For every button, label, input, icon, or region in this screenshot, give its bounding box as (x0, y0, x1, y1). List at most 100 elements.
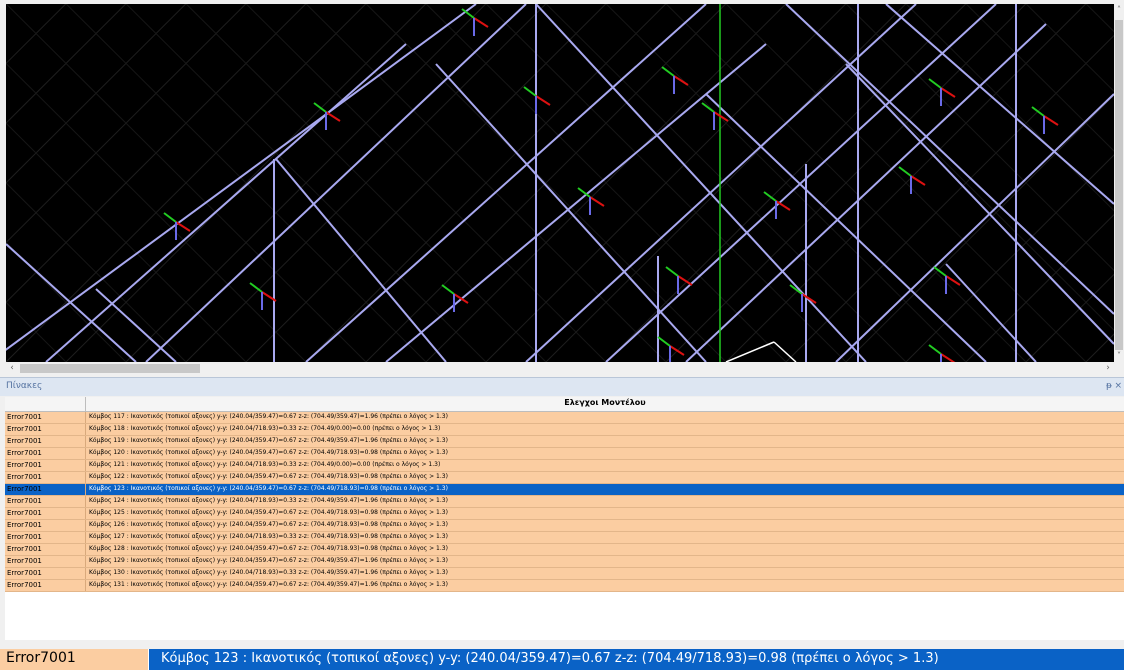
row-error-code: Error7001 (7, 533, 42, 541)
row-error-code: Error7001 (7, 425, 42, 433)
floor-grid-line (305, 4, 667, 362)
local-axis-triad (928, 78, 942, 89)
local-axis-triad (940, 87, 956, 98)
table-row[interactable]: Error7001 Κόμβος 120 : Ικανοτικός (τοπικο… (5, 448, 1124, 460)
viewport-horizontal-scrollbar[interactable]: ‹ › (6, 362, 1124, 375)
row-separator (85, 436, 86, 447)
row-error-code: Error7001 (7, 497, 42, 505)
row-error-code: Error7001 (7, 461, 42, 469)
row-separator (85, 520, 86, 531)
floor-grid-line (6, 4, 7, 5)
row-check-message: Κόμβος 131 : Ικανοτικός (τοπικοί αξονες)… (89, 581, 448, 588)
error-code-label: Error7001 (6, 650, 76, 666)
table-row[interactable]: Error7001 Κόμβος 124 : Ικανοτικός (τοπικο… (5, 496, 1124, 508)
scroll-right-arrow-icon[interactable]: › (1102, 362, 1114, 375)
floor-grid-line (425, 4, 787, 362)
table-row[interactable]: Error7001 Κόμβος 123 : Ικανοτικός (τοπικο… (5, 484, 1124, 496)
row-error-code: Error7001 (7, 437, 42, 445)
local-axis-triad (1043, 115, 1059, 126)
row-separator (85, 580, 86, 591)
scroll-left-arrow-icon[interactable]: ‹ (6, 362, 18, 375)
table-row[interactable]: Error7001 Κόμβος 128 : Ικανοτικός (τοπικο… (5, 544, 1124, 556)
tables-panel-header: Πίνακες ᵽ × (0, 377, 1124, 396)
table-row[interactable]: Error7001 Κόμβος 126 : Ικανοτικός (τοπικο… (5, 520, 1124, 532)
beam-member (835, 93, 1114, 362)
row-check-message: Κόμβος 121 : Ικανοτικός (τοπικοί αξονες)… (89, 461, 441, 468)
table-row[interactable]: Error7001 Κόμβος 125 : Ικανοτικός (τοπικο… (5, 508, 1124, 520)
row-check-message: Κόμβος 124 : Ικανοτικός (τοπικοί αξονες)… (89, 497, 448, 504)
reference-line (773, 341, 797, 362)
floor-grid-line (785, 34, 1114, 362)
row-check-message: Κόμβος 123 : Ικανοτικός (τοπικοί αξονες)… (89, 485, 448, 492)
model-3d-viewport[interactable] (6, 4, 1114, 362)
beam-member (385, 43, 767, 362)
local-axis-triad (665, 266, 679, 277)
local-axis-triad (661, 66, 675, 77)
scroll-down-arrow-icon[interactable]: ˅ (1114, 350, 1124, 362)
row-check-message: Κόμβος 118 : Ικανοτικός (τοπικοί αξονες)… (89, 425, 441, 432)
floor-grid-line (725, 4, 1087, 362)
row-error-code: Error7001 (7, 509, 42, 517)
row-separator (85, 496, 86, 507)
row-separator (85, 412, 86, 423)
table-row[interactable]: Error7001 Κόμβος 118 : Ικανοτικός (τοπικο… (5, 424, 1124, 436)
local-axis-triad (523, 86, 537, 97)
floor-grid-line (305, 4, 667, 362)
table-row[interactable]: Error7001 Κόμβος 122 : Ικανοτικός (τοπικο… (5, 472, 1124, 484)
row-separator (85, 484, 86, 495)
horizontal-scroll-thumb[interactable] (20, 364, 200, 373)
row-check-message: Κόμβος 126 : Ικανοτικός (τοπικοί αξονες)… (89, 521, 448, 528)
local-axis-triad (669, 345, 685, 356)
row-error-code: Error7001 (7, 545, 42, 553)
model-checks-grid[interactable]: Ελεγχοι Μοντέλου Error7001 Κόμβος 117 : Ι… (5, 397, 1124, 640)
local-axis-triad (898, 166, 912, 177)
row-error-code: Error7001 (7, 569, 42, 577)
reference-line (725, 341, 775, 362)
row-separator (85, 472, 86, 483)
table-row[interactable]: Error7001 Κόμβος 121 : Ικανοτικός (τοπικο… (5, 460, 1124, 472)
table-row[interactable]: Error7001 Κόμβος 131 : Ικανοτικός (τοπικο… (5, 580, 1124, 592)
table-row[interactable]: Error7001 Κόμβος 127 : Ικανοτικός (τοπικο… (5, 532, 1124, 544)
floor-grid-line (6, 4, 127, 124)
local-axis-triad (163, 212, 177, 223)
beam-member (435, 63, 707, 362)
table-row[interactable]: Error7001 Κόμβος 129 : Ικανοτικός (τοπικο… (5, 556, 1124, 568)
grid-column-header[interactable]: Ελεγχοι Μοντέλου (86, 398, 1124, 407)
row-check-message: Κόμβος 120 : Ικανοτικός (τοπικοί αξονες)… (89, 449, 448, 456)
floor-grid-line (545, 4, 907, 362)
grid-header-corner[interactable] (5, 397, 86, 411)
row-check-message: Κόμβος 119 : Ικανοτικός (τοπικοί αξονες)… (89, 437, 448, 444)
row-separator (85, 460, 86, 471)
row-check-message: Κόμβος 125 : Ικανοτικός (τοπικοί αξονες)… (89, 509, 448, 516)
pin-icon[interactable]: ᵽ (1106, 381, 1112, 391)
local-axis-triad (940, 353, 956, 362)
floor-grid-line (65, 4, 427, 362)
table-row[interactable]: Error7001 Κόμβος 130 : Ικανοτικός (τοπικο… (5, 568, 1124, 580)
row-check-message: Κόμβος 117 : Ικανοτικός (τοπικοί αξονες)… (89, 413, 448, 420)
floor-grid-line (1025, 273, 1114, 362)
row-error-code: Error7001 (7, 413, 42, 421)
panel-title: Πίνακες (6, 381, 43, 391)
error-message-label: Κόμβος 123 : Ικανοτικός (τοπικοί αξονες)… (161, 651, 939, 666)
viewport-vertical-scrollbar[interactable]: ˄ ˅ (1114, 4, 1124, 362)
floor-grid-line (365, 4, 727, 362)
local-axis-triad (775, 200, 791, 211)
local-axis-triad (325, 111, 341, 122)
scroll-up-arrow-icon[interactable]: ˄ (1114, 4, 1124, 16)
row-separator (85, 448, 86, 459)
selected-error-detail: Error7001 Κόμβος 123 : Ικανοτικός (τοπικ… (0, 649, 1124, 670)
table-row[interactable]: Error7001 Κόμβος 119 : Ικανοτικός (τοπικο… (5, 436, 1124, 448)
local-axis-triad (589, 196, 605, 207)
selected-error-code: Error7001 (0, 649, 148, 670)
floor-grid-line (785, 4, 1114, 331)
row-error-code: Error7001 (7, 485, 42, 493)
local-axis-triad (441, 284, 455, 295)
vertical-scroll-thumb[interactable] (1115, 20, 1123, 350)
table-row[interactable]: Error7001 Κόμβος 117 : Ικανοτικός (τοπικο… (5, 412, 1124, 424)
row-check-message: Κόμβος 130 : Ικανοτικός (τοπικοί αξονες)… (89, 569, 448, 576)
local-axis-triad (473, 17, 489, 28)
close-icon[interactable]: × (1114, 381, 1122, 391)
beam-member (705, 93, 987, 362)
model-3d-canvas[interactable] (6, 4, 1114, 362)
floor-grid-line (605, 4, 967, 362)
